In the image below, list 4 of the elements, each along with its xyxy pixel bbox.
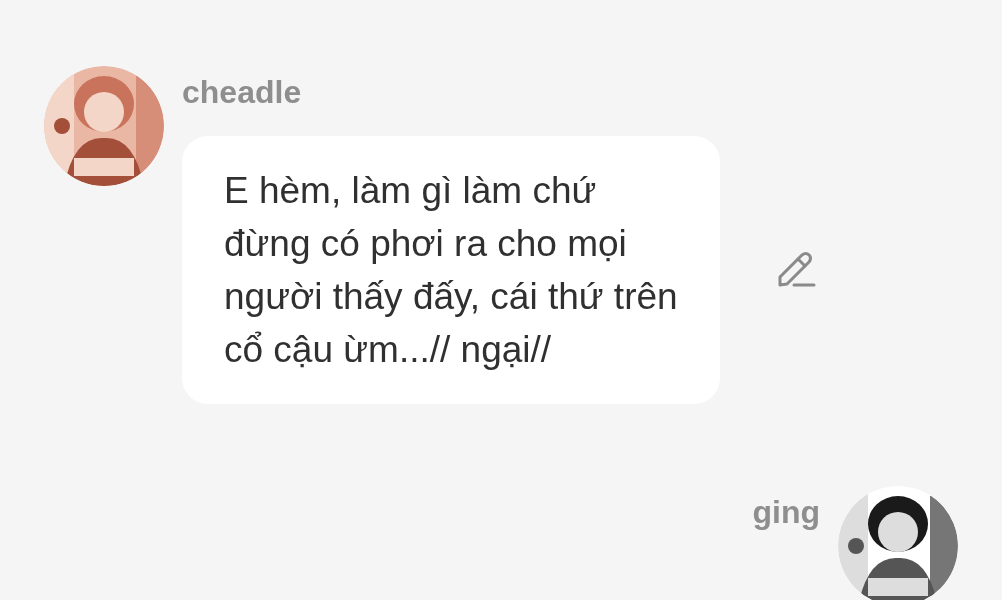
pencil-icon[interactable]: [776, 251, 816, 289]
sender-name: cheadle: [182, 76, 302, 108]
message-bubble: E hèm, làm gì làm chứ đừng có phơi ra cho mọi người thấy đấy, cái thứ trên cổ cậu ừm...// ngại//: [182, 136, 720, 404]
sender-name: ging: [752, 496, 820, 528]
